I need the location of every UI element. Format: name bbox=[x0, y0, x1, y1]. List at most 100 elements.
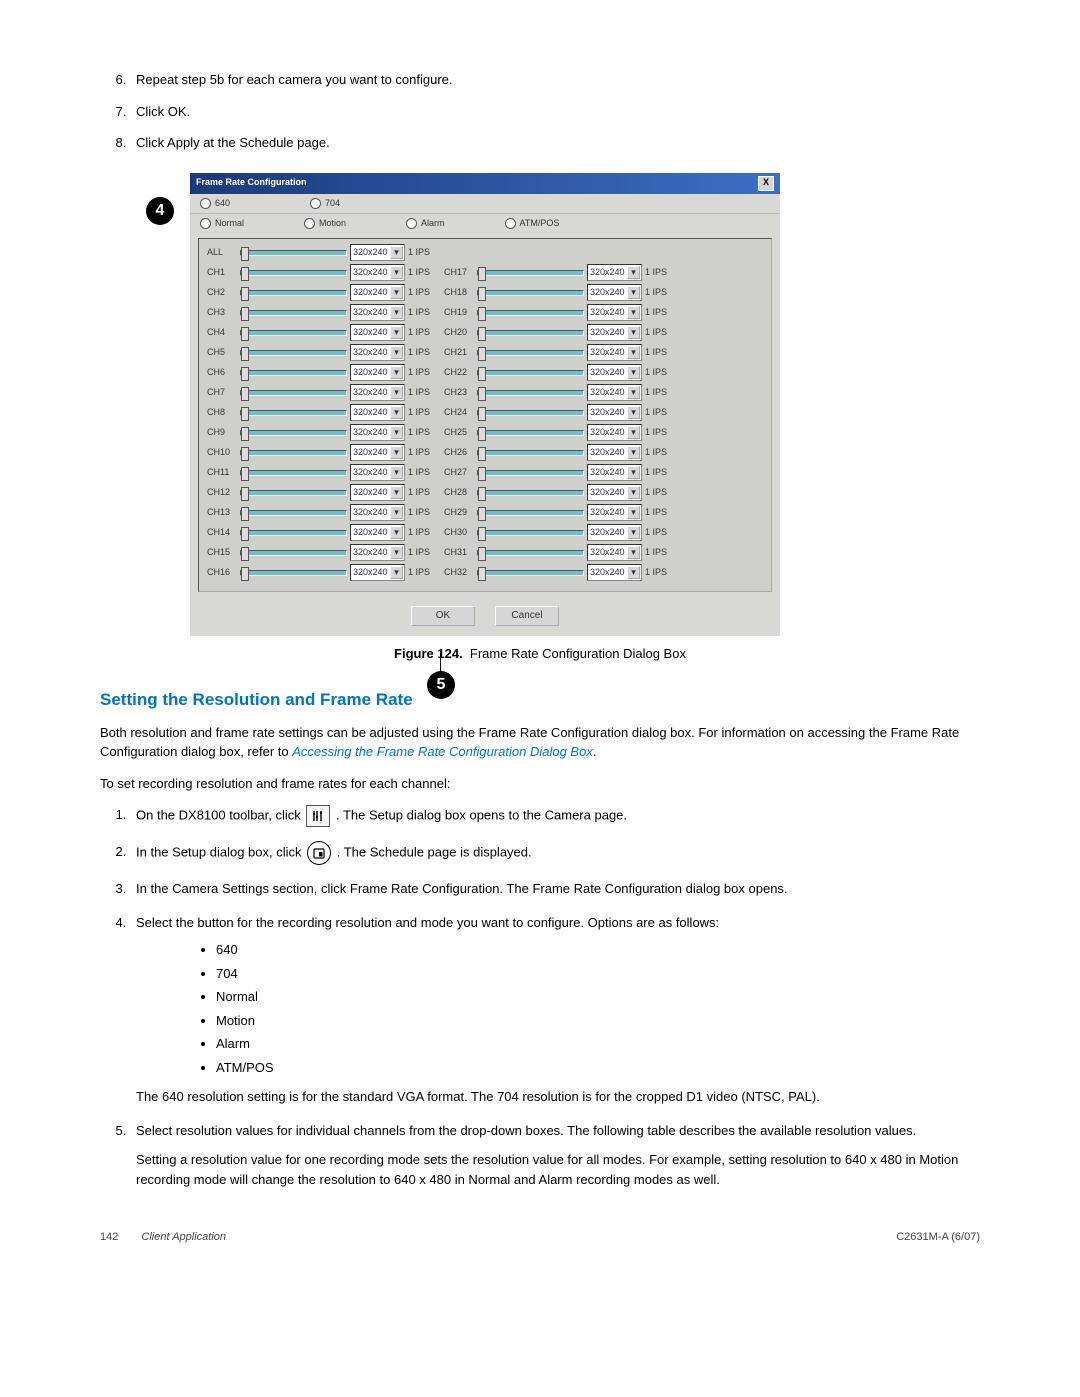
slider-thumb-icon[interactable] bbox=[241, 427, 249, 441]
resolution-dropdown[interactable]: 320x240▾ bbox=[350, 384, 405, 401]
radio-640[interactable]: 640 bbox=[200, 197, 230, 211]
resolution-dropdown[interactable]: 320x240▾ bbox=[350, 464, 405, 481]
slider-thumb-icon[interactable] bbox=[241, 367, 249, 381]
framerate-slider[interactable] bbox=[477, 490, 584, 496]
slider-thumb-icon[interactable] bbox=[478, 407, 486, 421]
slider-thumb-icon[interactable] bbox=[241, 347, 249, 361]
slider-thumb-icon[interactable] bbox=[478, 467, 486, 481]
framerate-slider[interactable] bbox=[477, 550, 584, 556]
resolution-dropdown[interactable]: 320x240▾ bbox=[587, 504, 642, 521]
framerate-slider[interactable] bbox=[240, 510, 347, 516]
resolution-dropdown[interactable]: 320x240▾ bbox=[587, 564, 642, 581]
framerate-slider[interactable] bbox=[240, 490, 347, 496]
framerate-slider[interactable] bbox=[477, 290, 584, 296]
framerate-slider[interactable] bbox=[477, 390, 584, 396]
slider-thumb-icon[interactable] bbox=[478, 527, 486, 541]
resolution-dropdown[interactable]: 320x240▾ bbox=[350, 524, 405, 541]
resolution-dropdown[interactable]: 320x240▾ bbox=[350, 344, 405, 361]
cancel-button[interactable]: Cancel bbox=[495, 606, 559, 626]
dialog-titlebar[interactable]: Frame Rate Configuration X bbox=[190, 173, 780, 194]
resolution-dropdown[interactable]: 320x240▾ bbox=[350, 564, 405, 581]
framerate-slider[interactable] bbox=[240, 550, 347, 556]
framerate-slider[interactable] bbox=[477, 350, 584, 356]
framerate-slider[interactable] bbox=[477, 370, 584, 376]
slider-thumb-icon[interactable] bbox=[478, 487, 486, 501]
slider-thumb-icon[interactable] bbox=[478, 267, 486, 281]
framerate-slider[interactable] bbox=[240, 310, 347, 316]
slider-thumb-icon[interactable] bbox=[478, 307, 486, 321]
slider-thumb-icon[interactable] bbox=[478, 327, 486, 341]
resolution-dropdown[interactable]: 320x240▾ bbox=[587, 384, 642, 401]
framerate-slider[interactable] bbox=[240, 350, 347, 356]
resolution-dropdown[interactable]: 320x240▾ bbox=[587, 284, 642, 301]
framerate-slider[interactable] bbox=[240, 270, 347, 276]
resolution-dropdown[interactable]: 320x240▾ bbox=[587, 484, 642, 501]
slider-thumb-icon[interactable] bbox=[241, 507, 249, 521]
resolution-dropdown[interactable]: 320x240▾ bbox=[587, 424, 642, 441]
resolution-dropdown[interactable]: 320x240▾ bbox=[587, 464, 642, 481]
slider-thumb-icon[interactable] bbox=[241, 487, 249, 501]
resolution-dropdown[interactable]: 320x240▾ bbox=[350, 424, 405, 441]
framerate-slider[interactable] bbox=[240, 470, 347, 476]
framerate-slider[interactable] bbox=[477, 430, 584, 436]
resolution-dropdown[interactable]: 320x240▾ bbox=[350, 484, 405, 501]
framerate-slider[interactable] bbox=[477, 570, 584, 576]
resolution-dropdown[interactable]: 320x240▾ bbox=[350, 364, 405, 381]
resolution-dropdown[interactable]: 320x240▾ bbox=[350, 504, 405, 521]
resolution-dropdown[interactable]: 320x240▾ bbox=[587, 324, 642, 341]
resolution-dropdown[interactable]: 320x240▾ bbox=[350, 304, 405, 321]
slider-thumb-icon[interactable] bbox=[241, 407, 249, 421]
framerate-slider[interactable] bbox=[477, 270, 584, 276]
resolution-dropdown[interactable]: 320x240▾ bbox=[587, 264, 642, 281]
slider-thumb-icon[interactable] bbox=[241, 327, 249, 341]
setup-toolbar-icon[interactable] bbox=[306, 805, 330, 827]
radio-atmpos[interactable]: ATM/POS bbox=[505, 217, 560, 231]
slider-thumb-icon[interactable] bbox=[241, 247, 249, 261]
framerate-slider[interactable] bbox=[477, 310, 584, 316]
slider-thumb-icon[interactable] bbox=[241, 387, 249, 401]
slider-thumb-icon[interactable] bbox=[478, 287, 486, 301]
resolution-dropdown[interactable]: 320x240▾ bbox=[587, 544, 642, 561]
resolution-dropdown[interactable]: 320x240▾ bbox=[350, 264, 405, 281]
slider-thumb-icon[interactable] bbox=[478, 367, 486, 381]
resolution-dropdown[interactable]: 320x240▾ bbox=[350, 324, 405, 341]
radio-normal[interactable]: Normal bbox=[200, 217, 244, 231]
framerate-slider[interactable] bbox=[240, 290, 347, 296]
slider-thumb-icon[interactable] bbox=[241, 307, 249, 321]
resolution-dropdown[interactable]: 320x240▾ bbox=[587, 524, 642, 541]
close-icon[interactable]: X bbox=[758, 176, 774, 191]
slider-thumb-icon[interactable] bbox=[478, 387, 486, 401]
radio-motion[interactable]: Motion bbox=[304, 217, 346, 231]
framerate-slider[interactable] bbox=[240, 530, 347, 536]
slider-thumb-icon[interactable] bbox=[241, 447, 249, 461]
framerate-slider[interactable] bbox=[240, 410, 347, 416]
resolution-dropdown[interactable]: 320x240▾ bbox=[350, 244, 405, 261]
schedule-icon[interactable] bbox=[307, 841, 331, 865]
framerate-slider[interactable] bbox=[240, 430, 347, 436]
framerate-slider[interactable] bbox=[240, 330, 347, 336]
resolution-dropdown[interactable]: 320x240▾ bbox=[350, 404, 405, 421]
slider-thumb-icon[interactable] bbox=[478, 567, 486, 581]
slider-thumb-icon[interactable] bbox=[478, 447, 486, 461]
framerate-slider[interactable] bbox=[240, 370, 347, 376]
radio-704[interactable]: 704 bbox=[310, 197, 340, 211]
framerate-slider[interactable] bbox=[477, 530, 584, 536]
framerate-slider[interactable] bbox=[240, 250, 347, 256]
slider-thumb-icon[interactable] bbox=[478, 347, 486, 361]
resolution-dropdown[interactable]: 320x240▾ bbox=[350, 284, 405, 301]
framerate-slider[interactable] bbox=[477, 410, 584, 416]
resolution-dropdown[interactable]: 320x240▾ bbox=[587, 444, 642, 461]
framerate-slider[interactable] bbox=[477, 470, 584, 476]
framerate-slider[interactable] bbox=[477, 450, 584, 456]
framerate-slider[interactable] bbox=[477, 510, 584, 516]
resolution-dropdown[interactable]: 320x240▾ bbox=[587, 304, 642, 321]
framerate-slider[interactable] bbox=[477, 330, 584, 336]
resolution-dropdown[interactable]: 320x240▾ bbox=[587, 344, 642, 361]
slider-thumb-icon[interactable] bbox=[241, 267, 249, 281]
resolution-dropdown[interactable]: 320x240▾ bbox=[587, 364, 642, 381]
radio-alarm[interactable]: Alarm bbox=[406, 217, 445, 231]
slider-thumb-icon[interactable] bbox=[241, 467, 249, 481]
framerate-slider[interactable] bbox=[240, 390, 347, 396]
slider-thumb-icon[interactable] bbox=[241, 527, 249, 541]
ok-button[interactable]: OK bbox=[411, 606, 475, 626]
